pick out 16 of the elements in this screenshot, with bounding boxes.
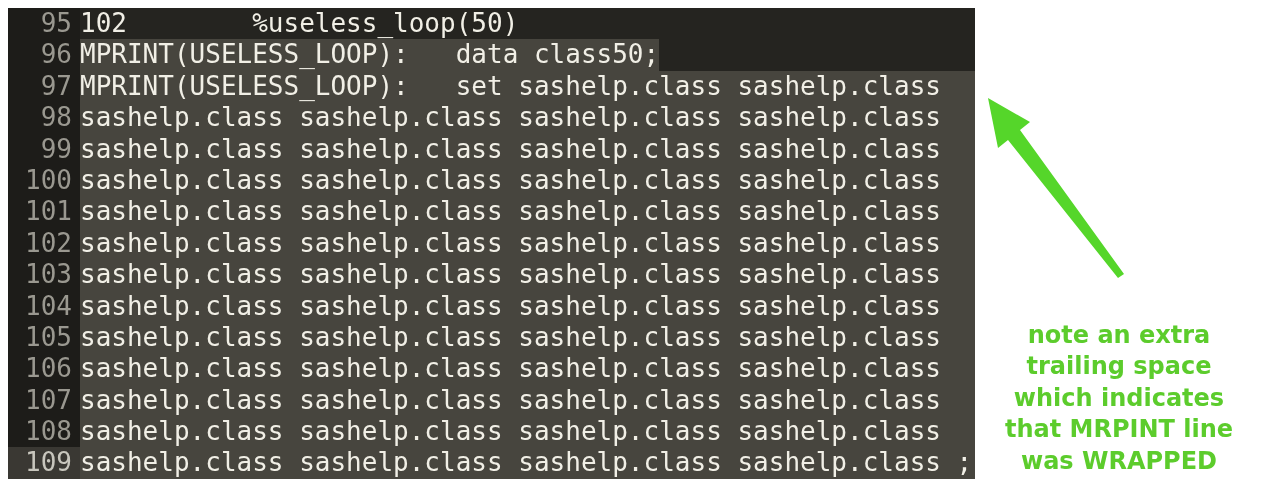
line-number: 103 (8, 259, 80, 291)
line-number: 106 (8, 353, 80, 385)
line-number: 104 (8, 290, 80, 322)
line-number: 107 (8, 384, 80, 417)
line-number: 105 (8, 321, 80, 354)
line-number: 100 (8, 164, 80, 197)
line-number: 99 (8, 133, 80, 165)
line-number: 102 (8, 227, 80, 260)
line-number: 97 (8, 70, 80, 103)
line-number: 109 (8, 447, 80, 479)
line-number: 98 (8, 102, 80, 134)
annotation-text: note an extra trailing space which indicates that MRPINT line was WRAPPED (1003, 319, 1235, 477)
line-number: 108 (8, 416, 80, 448)
line-number: 101 (8, 196, 80, 228)
line-number: 96 (8, 39, 80, 71)
line-number: 95 (8, 8, 80, 40)
